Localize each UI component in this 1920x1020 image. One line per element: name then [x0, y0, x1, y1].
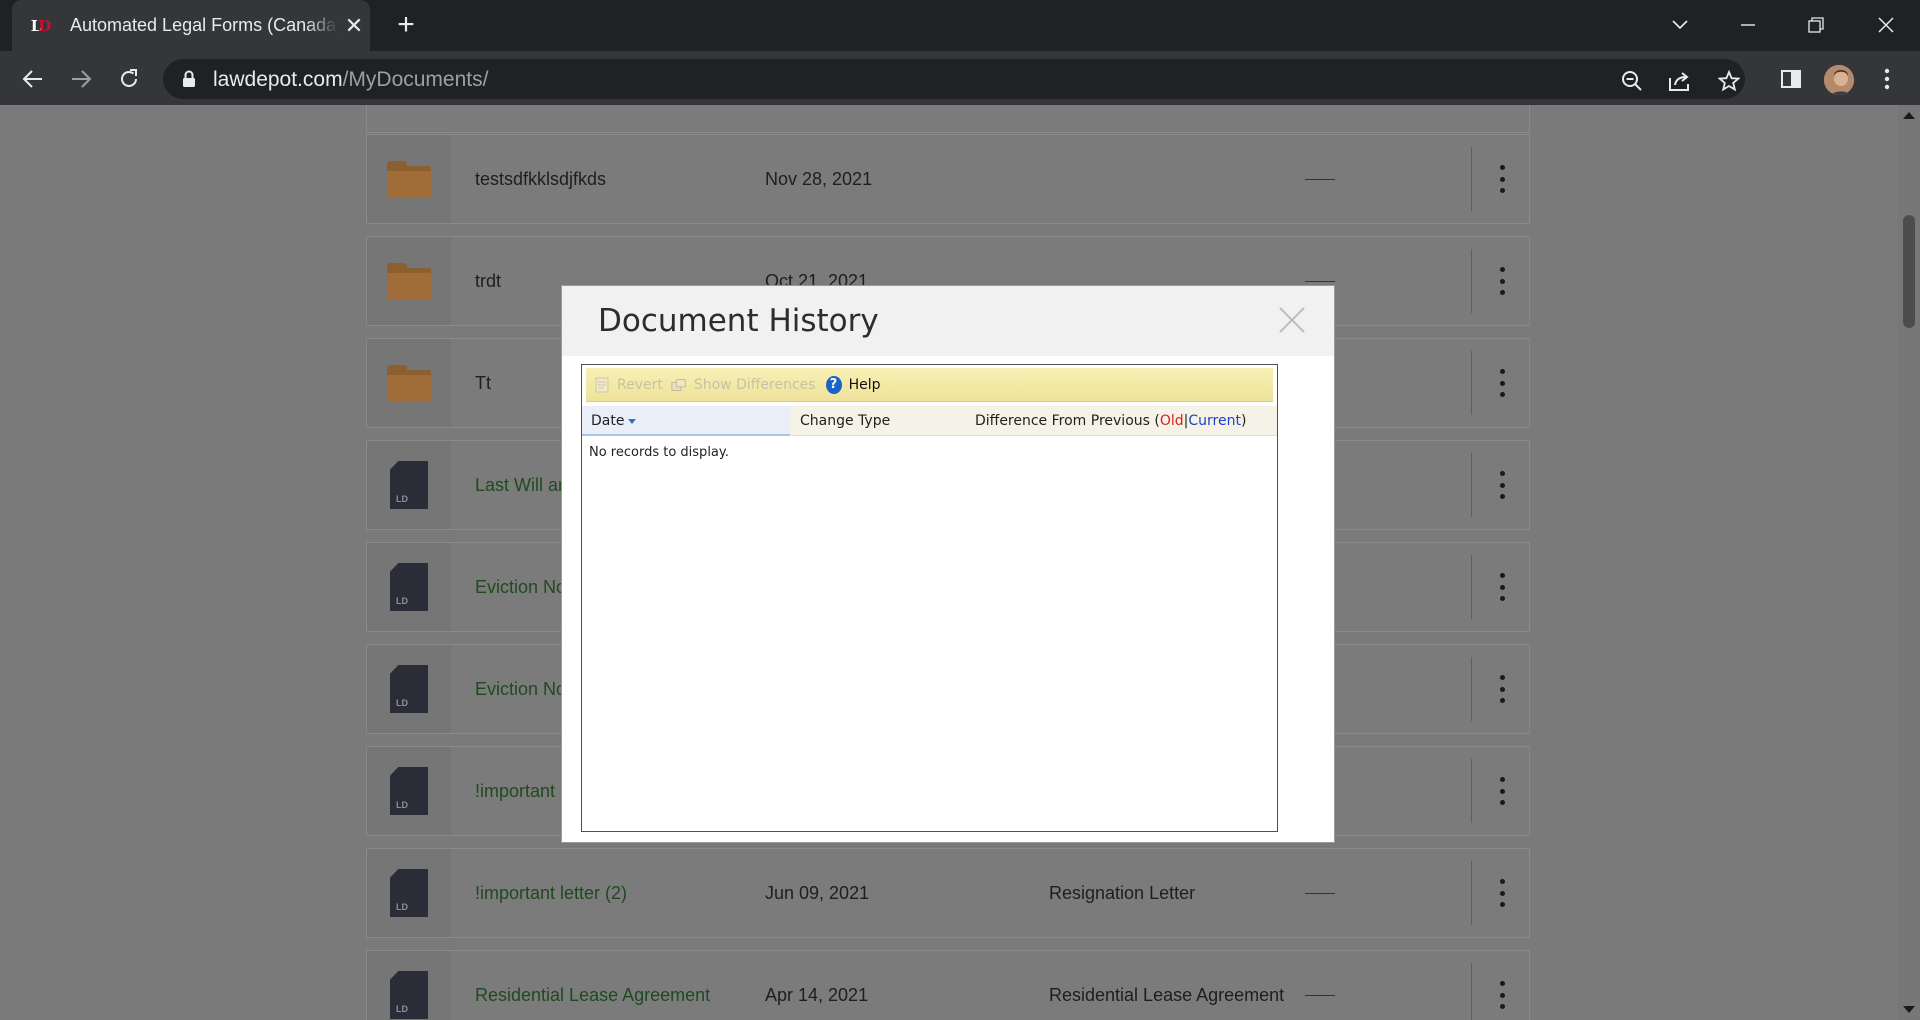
- address-bar[interactable]: lawdepot.com/MyDocuments/: [163, 59, 1745, 99]
- share-icon[interactable]: [1667, 68, 1693, 94]
- lawdepot-document-icon: LD: [390, 665, 428, 713]
- document-history-dialog: Document History Revert Show Differences…: [562, 286, 1334, 842]
- document-type: Residential Lease Agreement: [1049, 985, 1285, 1005]
- document-date: Jun 09, 2021: [765, 883, 870, 903]
- lawdepot-document-icon: LD: [390, 971, 428, 1019]
- column-header-change-type[interactable]: Change Type: [800, 406, 890, 436]
- document-row[interactable]: LD !important letter (2) Jun 09, 2021 Re…: [366, 848, 1530, 938]
- sort-descending-icon: [628, 418, 637, 424]
- reload-icon[interactable]: [114, 64, 144, 94]
- empty-dash: [1305, 281, 1335, 282]
- revert-document-icon: [594, 377, 610, 393]
- document-name[interactable]: Tt: [475, 373, 491, 394]
- lock-icon[interactable]: [182, 70, 196, 93]
- document-name[interactable]: Last Will ar: [475, 475, 564, 496]
- dialog-header: Document History: [562, 286, 1334, 356]
- document-name[interactable]: Eviction No: [475, 577, 566, 598]
- back-arrow-icon[interactable]: [18, 64, 48, 94]
- tab-search-chevron-down-icon[interactable]: [1660, 8, 1700, 42]
- dialog-title: Document History: [598, 303, 879, 339]
- column-header-difference[interactable]: Difference From Previous (Old|Current): [975, 406, 1246, 436]
- lawdepot-favicon-icon: LD: [30, 16, 52, 35]
- scroll-up-arrow-icon[interactable]: [1903, 112, 1915, 119]
- new-tab-button[interactable]: +: [390, 9, 422, 41]
- help-button[interactable]: ? Help: [825, 375, 880, 394]
- profile-avatar[interactable]: [1822, 63, 1856, 97]
- document-type: Resignation Letter: [1049, 883, 1196, 903]
- row-options-icon[interactable]: [1495, 369, 1509, 397]
- document-row[interactable]: LD Residential Lease Agreement Apr 14, 2…: [366, 950, 1530, 1020]
- browser-menu-icon[interactable]: [1872, 64, 1902, 94]
- lawdepot-document-icon: LD: [390, 767, 428, 815]
- folder-icon: [387, 365, 431, 401]
- help-question-icon: ?: [825, 375, 842, 394]
- restore-button[interactable]: [1796, 8, 1836, 42]
- close-icon[interactable]: [1276, 304, 1308, 336]
- row-options-icon[interactable]: [1495, 573, 1509, 601]
- folder-icon: [387, 161, 431, 197]
- browser-tab-bar: LD Automated Legal Forms (Canada) ✕ +: [0, 0, 1920, 51]
- document-date: Apr 14, 2021: [765, 985, 869, 1005]
- document-name[interactable]: Residential Lease Agreement: [475, 985, 710, 1006]
- scrollbar-thumb[interactable]: [1903, 215, 1915, 328]
- empty-dash: [1305, 179, 1335, 180]
- tab-title: Automated Legal Forms (Canada): [70, 15, 338, 35]
- minimize-button[interactable]: [1728, 8, 1768, 42]
- empty-dash: [1305, 893, 1335, 894]
- folder-icon: [387, 263, 431, 299]
- forward-arrow-icon[interactable]: [66, 64, 96, 94]
- document-name[interactable]: !important letter (2): [475, 883, 627, 904]
- document-name[interactable]: testsdfkklsdjfkds: [475, 169, 606, 190]
- revert-button[interactable]: Revert: [594, 377, 663, 393]
- page-scrollbar[interactable]: [1898, 105, 1920, 1020]
- empty-state-message: No records to display.: [589, 445, 729, 460]
- scroll-down-arrow-icon[interactable]: [1903, 1006, 1915, 1013]
- row-options-icon[interactable]: [1495, 777, 1509, 805]
- row-options-icon[interactable]: [1495, 165, 1509, 193]
- zoom-icon[interactable]: [1619, 68, 1645, 94]
- document-date: Nov 28, 2021: [765, 169, 873, 189]
- document-name[interactable]: Eviction No: [475, 679, 566, 700]
- document-name[interactable]: trdt: [475, 271, 501, 292]
- close-window-button[interactable]: [1866, 8, 1906, 42]
- column-header-date[interactable]: Date: [582, 406, 790, 436]
- lawdepot-document-icon: LD: [390, 563, 428, 611]
- document-name[interactable]: !important: [475, 781, 555, 802]
- row-options-icon[interactable]: [1495, 267, 1509, 295]
- empty-dash: [1305, 995, 1335, 996]
- compare-windows-icon: [671, 377, 687, 393]
- grid-header-row: Date Change Type Difference From Previou…: [582, 406, 1277, 436]
- document-row-partial: [366, 105, 1530, 133]
- lawdepot-document-icon: LD: [390, 461, 428, 509]
- document-row[interactable]: testsdfkklsdjfkds Nov 28, 2021: [366, 134, 1530, 224]
- lawdepot-document-icon: LD: [390, 869, 428, 917]
- grid-toolbar: Revert Show Differences ? Help: [586, 368, 1273, 402]
- side-panel-icon[interactable]: [1776, 64, 1806, 94]
- legend-old: Old: [1159, 413, 1184, 429]
- browser-toolbar: lawdepot.com/MyDocuments/: [0, 51, 1920, 105]
- row-options-icon[interactable]: [1495, 879, 1509, 907]
- url-text[interactable]: lawdepot.com/MyDocuments/: [213, 68, 488, 92]
- legend-current: Current: [1188, 413, 1241, 429]
- tab-close-icon[interactable]: ✕: [342, 13, 366, 39]
- row-options-icon[interactable]: [1495, 981, 1509, 1009]
- bookmark-star-icon[interactable]: [1716, 68, 1742, 94]
- show-differences-button[interactable]: Show Differences: [671, 377, 816, 393]
- history-grid: Revert Show Differences ? Help Date Chan…: [581, 364, 1278, 832]
- row-options-icon[interactable]: [1495, 471, 1509, 499]
- browser-tab[interactable]: LD Automated Legal Forms (Canada) ✕: [12, 0, 370, 51]
- row-options-icon[interactable]: [1495, 675, 1509, 703]
